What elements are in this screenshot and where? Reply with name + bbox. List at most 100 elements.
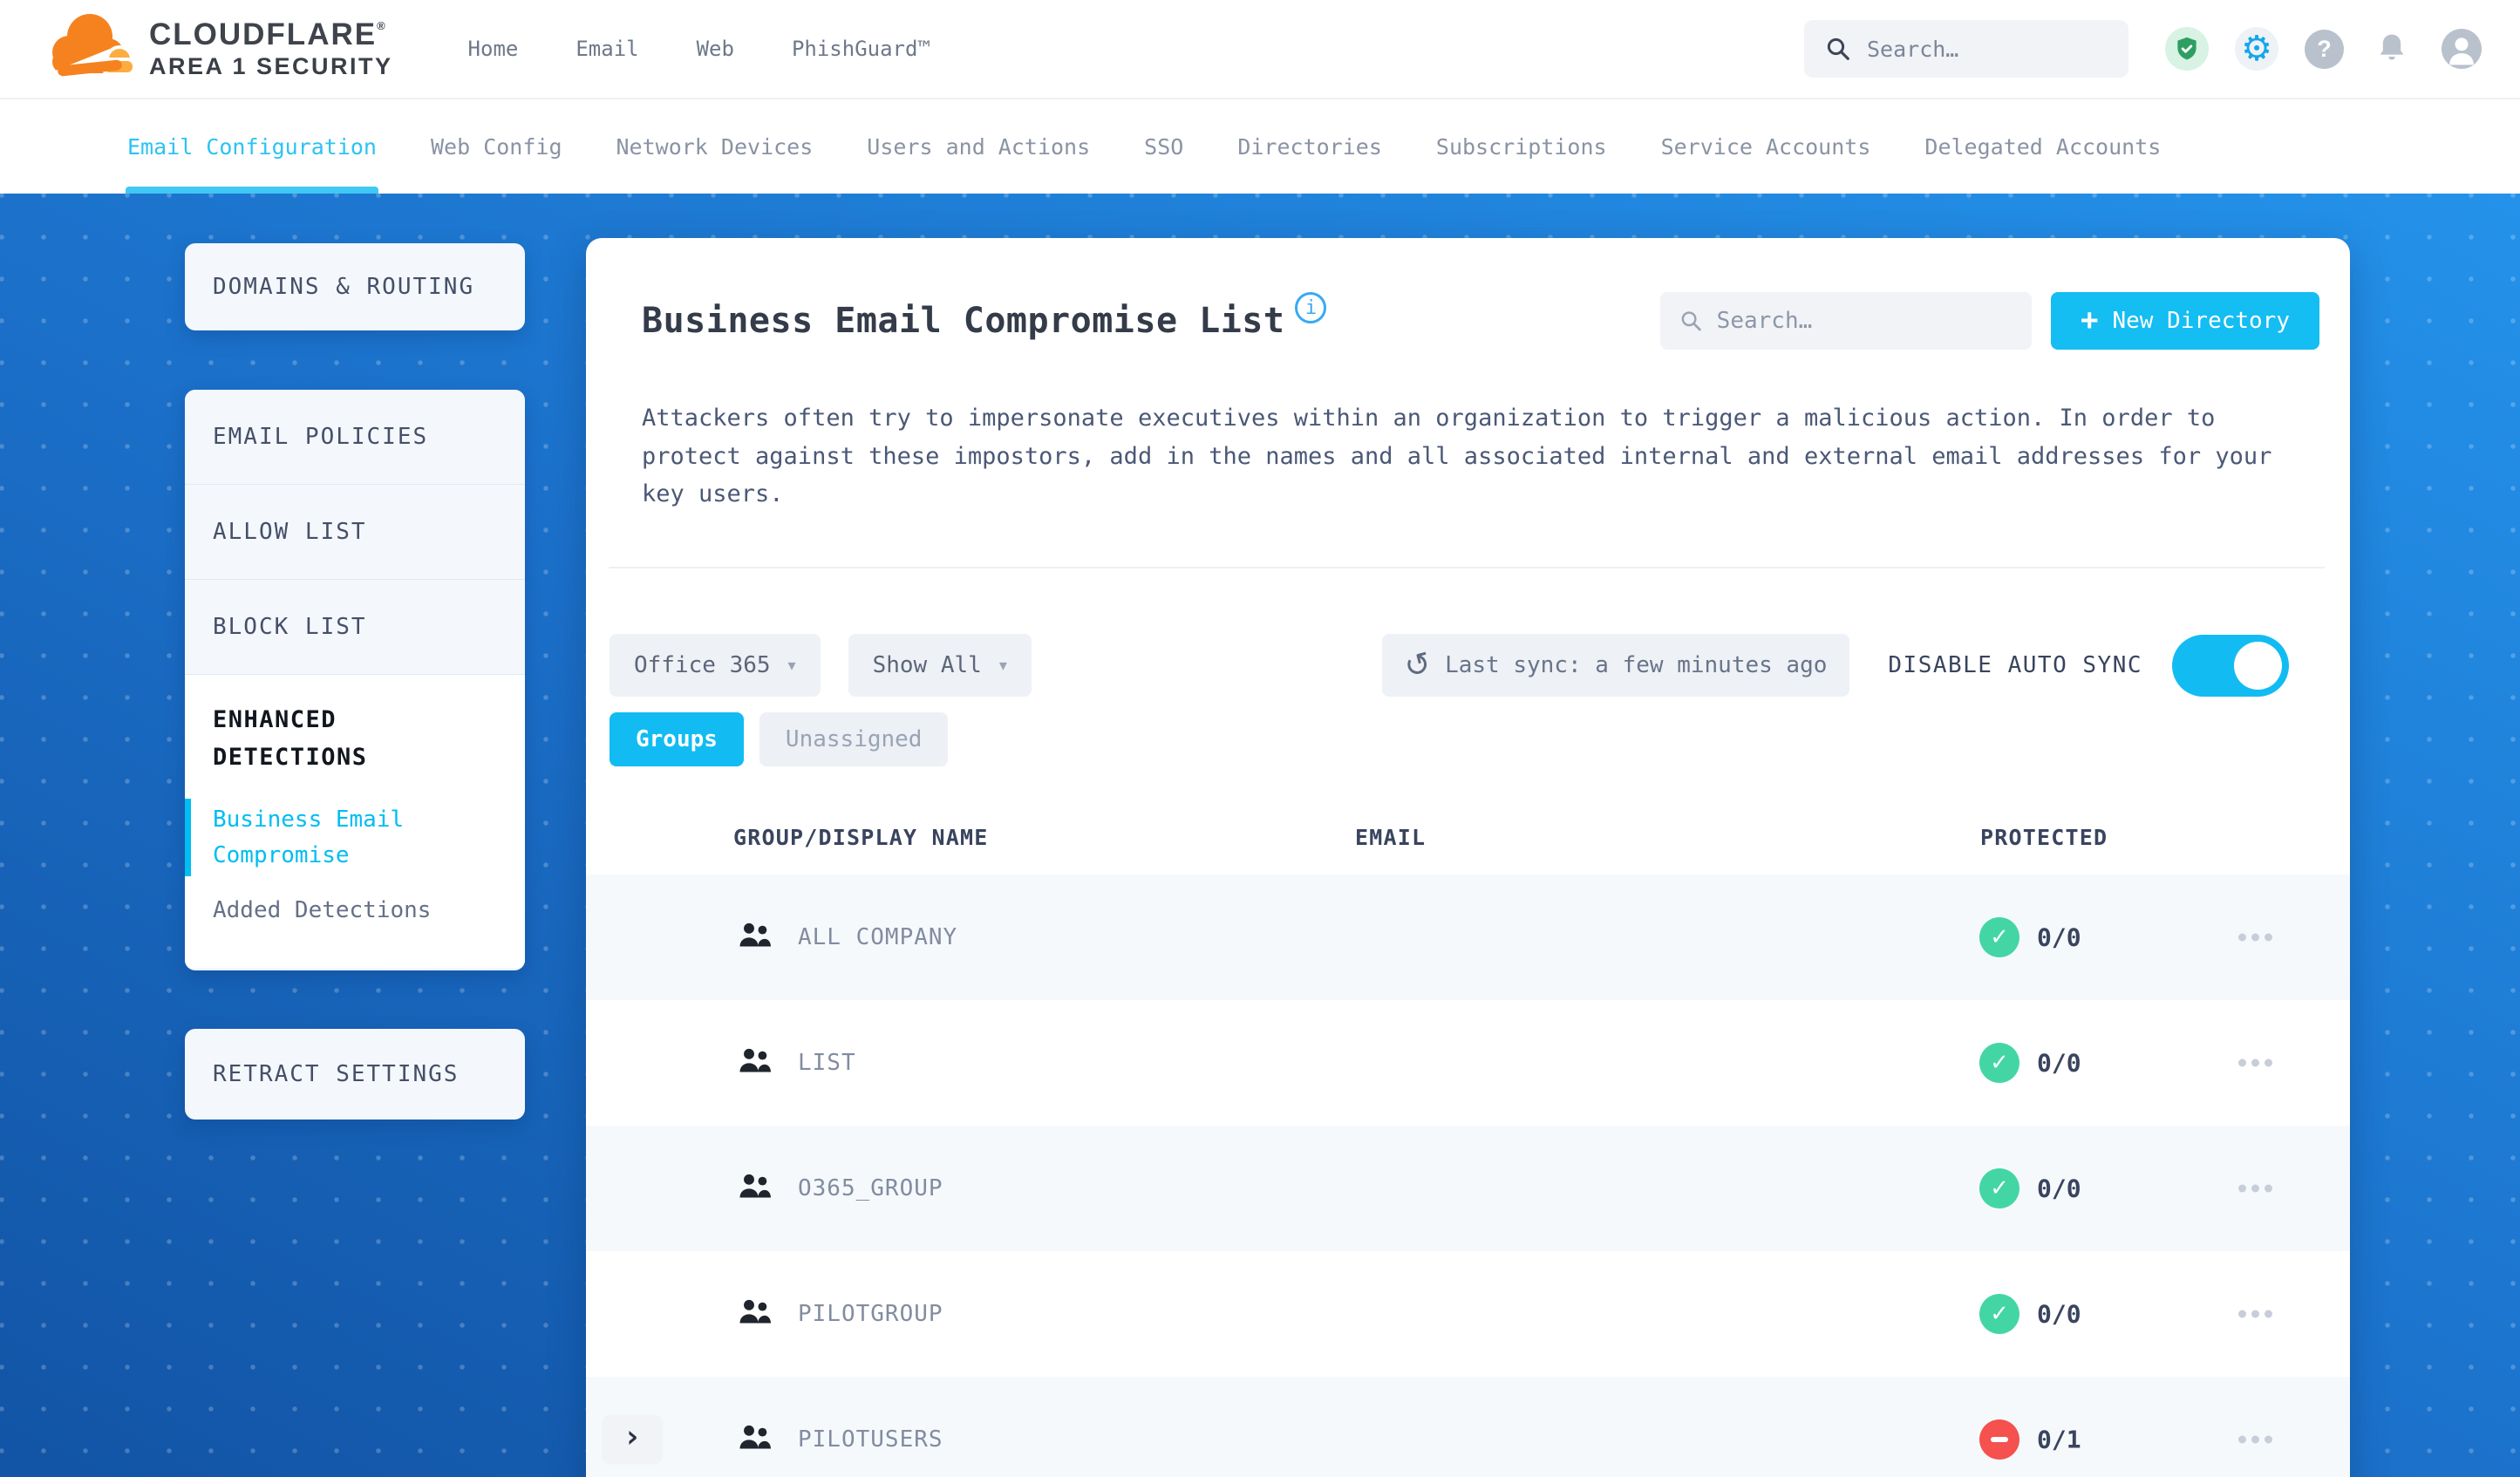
- column-email: EMAIL: [1355, 825, 1427, 850]
- table-row[interactable]: › PILOTUSERS ✓ 0/1: [586, 1377, 2350, 1477]
- status-icon: ✓: [1979, 1294, 2019, 1334]
- show-filter-value: Show All: [872, 652, 982, 678]
- sidebar-item-block-list[interactable]: BLOCK LIST: [185, 580, 525, 675]
- list-search-input[interactable]: [1716, 308, 2013, 334]
- directory-select[interactable]: Office 365 ▾: [610, 634, 821, 697]
- sidebar-card-domains-routing: DOMAINS & ROUTING: [185, 243, 525, 330]
- row-actions-menu[interactable]: [2238, 1310, 2272, 1318]
- protected-count: 0/0: [2037, 1048, 2081, 1078]
- shield-check-icon: [2177, 37, 2196, 60]
- tab-groups[interactable]: Groups: [610, 712, 744, 766]
- main-panel: Business Email Compromise List i + New D…: [586, 238, 2350, 1477]
- page-description: Attackers often try to impersonate execu…: [642, 405, 2272, 508]
- minus-icon: [1991, 1437, 2008, 1442]
- tab-users-and-actions[interactable]: Users and Actions: [867, 99, 1090, 194]
- sidebar-item-business-email-compromise[interactable]: Business Email Compromise: [185, 799, 525, 876]
- group-icon: [739, 1299, 772, 1324]
- row-group-name: ALL COMPANY: [798, 924, 958, 950]
- new-directory-button[interactable]: + New Directory: [2051, 292, 2319, 350]
- cloudflare-logo[interactable]: CLOUDFLARE ® AREA 1 SECURITY: [45, 9, 393, 89]
- nav-web[interactable]: Web: [697, 37, 734, 61]
- new-directory-label: New Directory: [2112, 308, 2291, 334]
- group-icon: [739, 922, 772, 947]
- sidebar-item-enhanced-detections[interactable]: ENHANCED DETECTIONS: [185, 675, 525, 776]
- row-expander[interactable]: ›: [602, 1414, 663, 1465]
- chevron-down-icon: ▾: [998, 656, 1007, 675]
- table-header: GROUP/DISPLAY NAME EMAIL PROTECTED: [586, 811, 2350, 867]
- security-status-button[interactable]: [2165, 27, 2209, 71]
- tab-sso[interactable]: SSO: [1144, 99, 1183, 194]
- question-icon: ?: [2317, 35, 2332, 62]
- info-icon[interactable]: i: [1295, 292, 1327, 323]
- row-actions-menu[interactable]: [2238, 1435, 2272, 1444]
- account-button[interactable]: [2440, 27, 2483, 71]
- chevron-down-icon: ▾: [787, 656, 796, 675]
- search-icon: [1681, 311, 1701, 331]
- table-row[interactable]: › LIST ✓ 0/0: [586, 1000, 2350, 1126]
- primary-nav: Home Email Web PhishGuard™: [468, 37, 930, 61]
- nav-email[interactable]: Email: [576, 37, 638, 61]
- group-tabs: Groups Unassigned: [610, 712, 949, 766]
- row-actions-menu[interactable]: [2238, 1058, 2272, 1067]
- settings-button[interactable]: ⚙: [2235, 27, 2278, 71]
- tab-service-accounts[interactable]: Service Accounts: [1661, 99, 1871, 194]
- row-group-name: O365_GROUP: [798, 1175, 943, 1201]
- filter-row: Office 365 ▾ Show All ▾ ↺ Last sync: a f…: [610, 634, 2289, 697]
- tab-unassigned[interactable]: Unassigned: [759, 712, 949, 766]
- list-search[interactable]: [1660, 292, 2033, 350]
- auto-sync-toggle[interactable]: [2172, 634, 2289, 697]
- status-icon: ✓: [1979, 1419, 2019, 1460]
- row-actions-menu[interactable]: [2238, 1184, 2272, 1193]
- table-body: › ALL COMPANY ✓ 0/0 › LIST ✓: [586, 875, 2350, 1477]
- group-icon: [739, 1174, 772, 1198]
- plus-icon: +: [2081, 302, 2099, 337]
- section-nav: Email Configuration Web Config Network D…: [0, 98, 2520, 194]
- page-title: Business Email Compromise List: [642, 301, 1285, 341]
- protected-count: 0/0: [2037, 1299, 2081, 1329]
- show-filter-select[interactable]: Show All ▾: [848, 634, 1032, 697]
- user-avatar-icon: [2442, 29, 2482, 69]
- nav-phishguard[interactable]: PhishGuard™: [792, 37, 930, 61]
- sidebar-card-retract-settings: RETRACT SETTINGS: [185, 1029, 525, 1120]
- group-icon: [739, 1425, 772, 1449]
- sidebar-item-email-policies[interactable]: EMAIL POLICIES: [185, 390, 525, 485]
- last-sync-button[interactable]: ↺ Last sync: a few minutes ago: [1381, 634, 1850, 697]
- tab-network-devices[interactable]: Network Devices: [616, 99, 814, 194]
- row-actions-menu[interactable]: [2238, 933, 2272, 942]
- help-button[interactable]: ?: [2305, 29, 2344, 69]
- title-row: Business Email Compromise List i + New D…: [642, 292, 2319, 350]
- divider: [609, 567, 2325, 568]
- tab-subscriptions[interactable]: Subscriptions: [1436, 99, 1607, 194]
- brand-name: CLOUDFLARE: [149, 17, 378, 51]
- brand-subtitle: AREA 1 SECURITY: [149, 53, 393, 79]
- check-icon: ✓: [1990, 924, 2009, 950]
- sidebar-item-domains-routing[interactable]: DOMAINS & ROUTING: [185, 243, 525, 330]
- tab-directories[interactable]: Directories: [1237, 99, 1382, 194]
- tab-delegated-accounts[interactable]: Delegated Accounts: [1924, 99, 2161, 194]
- tab-web-config[interactable]: Web Config: [431, 99, 562, 194]
- global-search[interactable]: [1804, 20, 2128, 78]
- sidebar-item-added-detections[interactable]: Added Detections: [185, 897, 525, 923]
- app-root: CLOUDFLARE ® AREA 1 SECURITY Home Email …: [0, 0, 2520, 1477]
- sidebar-item-retract-settings[interactable]: RETRACT SETTINGS: [185, 1029, 525, 1120]
- refresh-icon: ↺: [1400, 644, 1435, 686]
- bell-icon: [2380, 34, 2404, 60]
- status-icon: ✓: [1979, 917, 2019, 957]
- table-row[interactable]: › O365_GROUP ✓ 0/0: [586, 1126, 2350, 1251]
- chevron-right-icon: ›: [623, 1419, 642, 1455]
- sidebar-section-enhanced-detections: ENHANCED DETECTIONS Business Email Compr…: [185, 675, 525, 968]
- top-header: CLOUDFLARE ® AREA 1 SECURITY Home Email …: [0, 0, 2520, 98]
- table-row[interactable]: › PILOTGROUP ✓ 0/0: [586, 1251, 2350, 1377]
- gear-icon: ⚙: [2241, 29, 2272, 69]
- notifications-button[interactable]: [2370, 27, 2414, 71]
- nav-home[interactable]: Home: [468, 37, 519, 61]
- global-search-input[interactable]: [1867, 36, 2108, 62]
- column-protected: PROTECTED: [1980, 825, 2108, 850]
- row-group-name: PILOTGROUP: [798, 1301, 943, 1327]
- table-row[interactable]: › ALL COMPANY ✓ 0/0: [586, 875, 2350, 1000]
- sidebar-item-allow-list[interactable]: ALLOW LIST: [185, 485, 525, 580]
- column-group-display-name: GROUP/DISPLAY NAME: [733, 825, 989, 850]
- tab-email-configuration[interactable]: Email Configuration: [126, 99, 378, 194]
- check-icon: ✓: [1990, 1301, 2009, 1327]
- cloudflare-cloud-icon: [49, 14, 136, 82]
